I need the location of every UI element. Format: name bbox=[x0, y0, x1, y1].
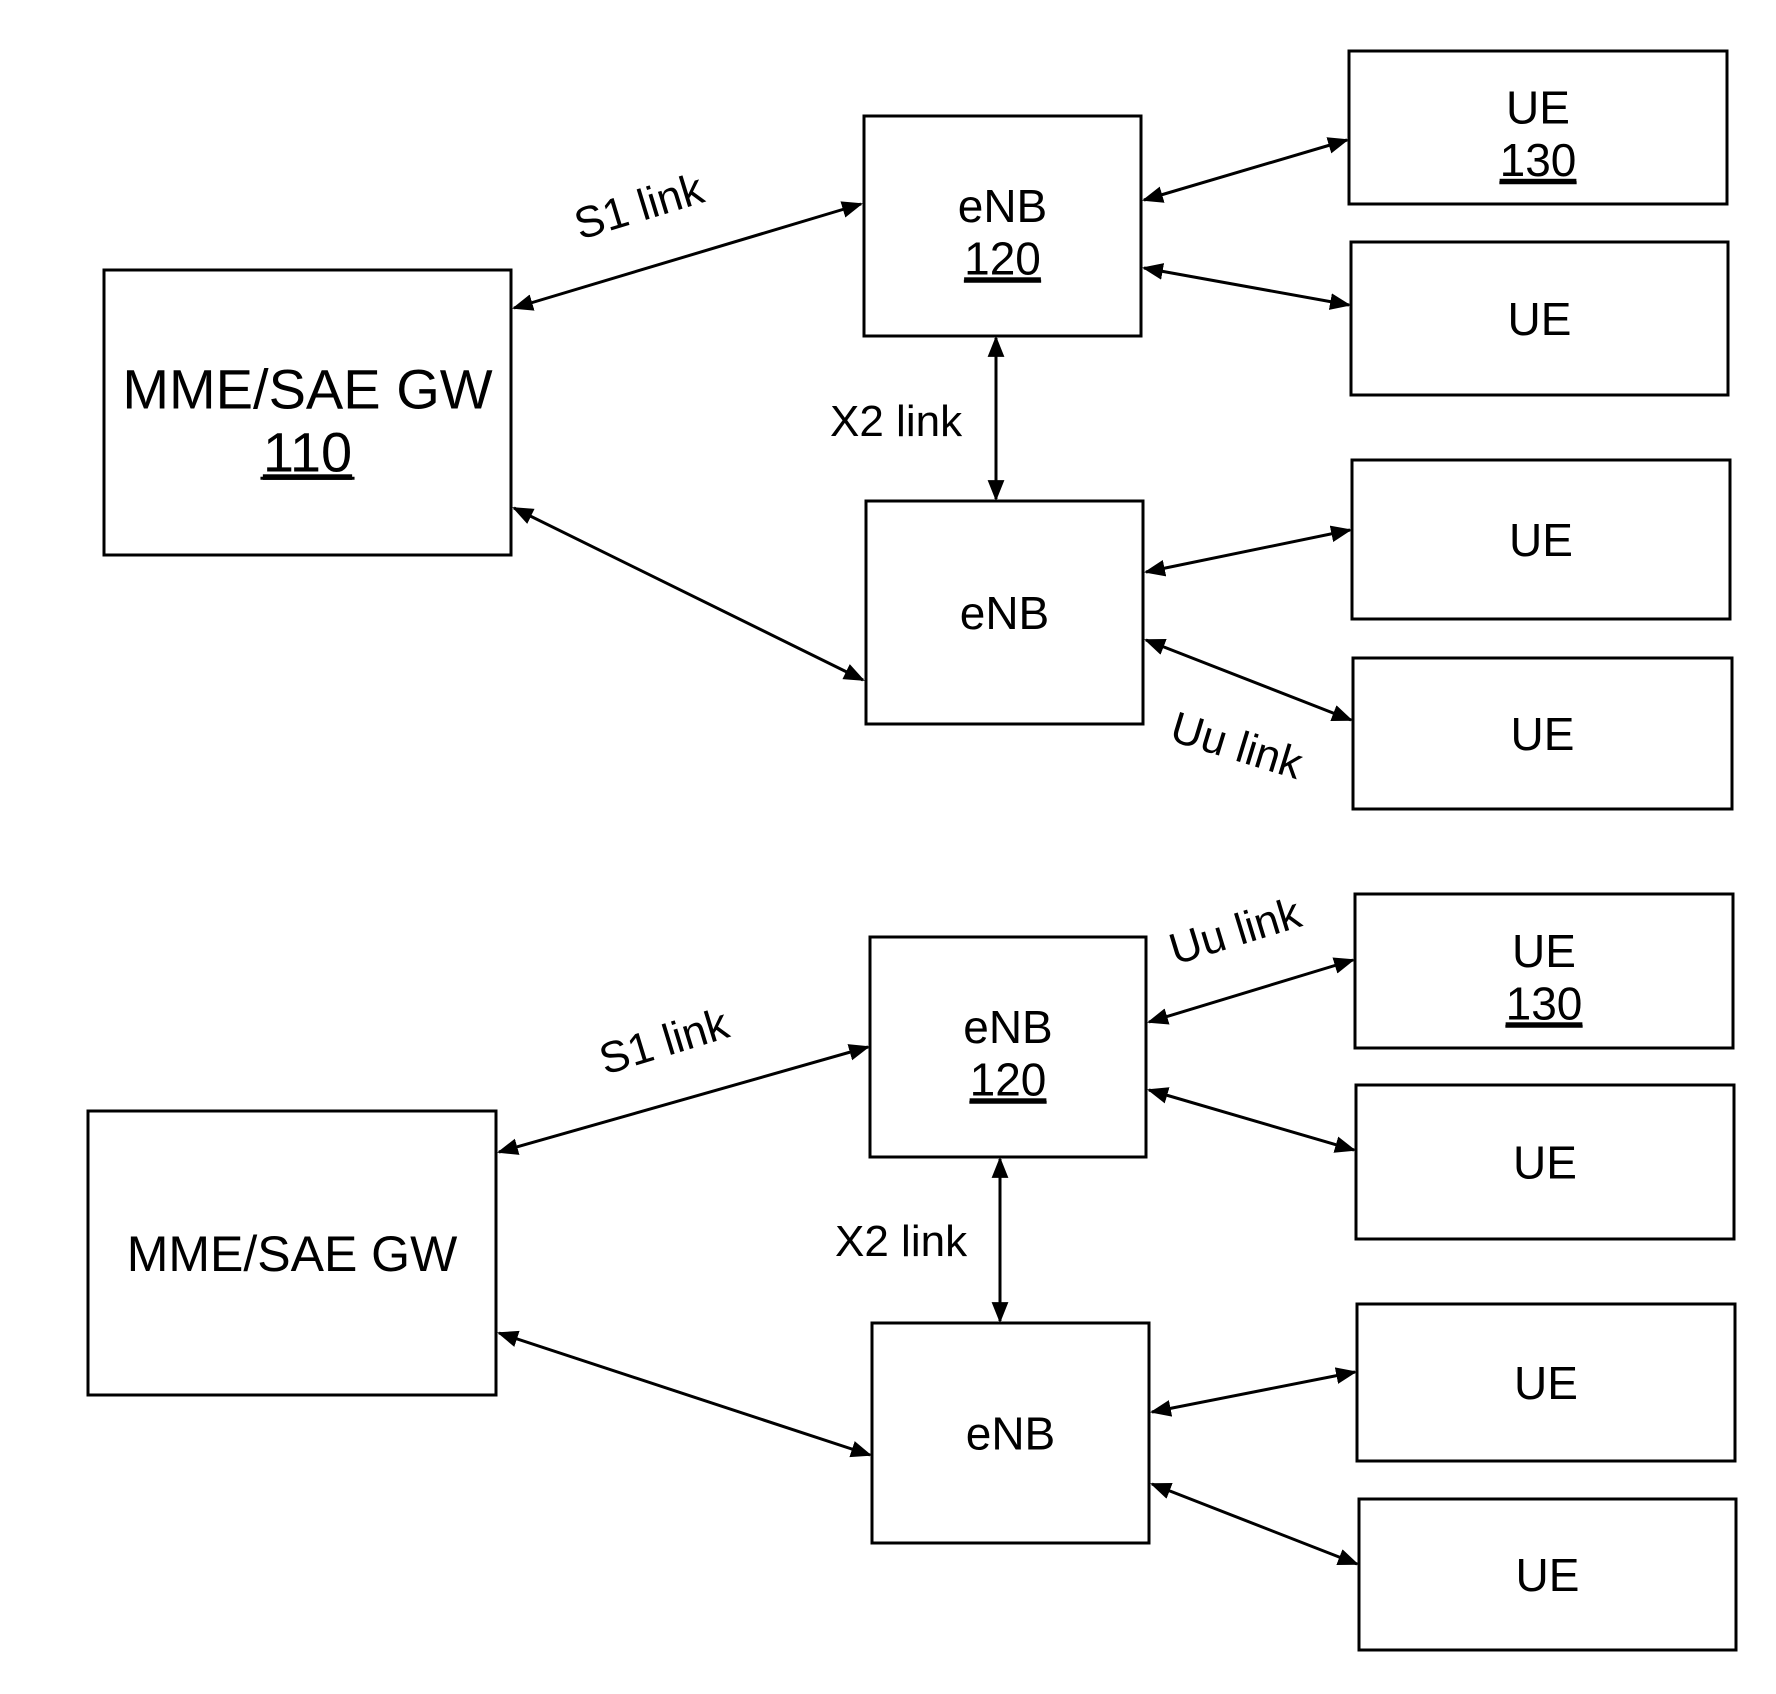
link-mme-enb2 bbox=[512, 506, 865, 682]
node-name: eNB bbox=[966, 1408, 1055, 1460]
node-name: eNB bbox=[960, 587, 1049, 639]
node-enb2: eNB bbox=[864, 499, 1145, 726]
node-reference-number: 110 bbox=[263, 420, 352, 483]
link-label: S1 link bbox=[569, 164, 711, 250]
link-enb1-ue1 bbox=[1141, 137, 1350, 203]
link-mme-enb1 bbox=[511, 201, 864, 311]
link-label: Uu link bbox=[1165, 703, 1309, 789]
node-name: eNB bbox=[958, 180, 1047, 232]
panel-bottom: S1 linkX2 linkUu linkMME/SAE GWeNB120eNB… bbox=[86, 888, 1738, 1652]
link-enb2-ue3 bbox=[1149, 1367, 1358, 1417]
link-enb2-ue4 bbox=[1144, 638, 1353, 722]
link-label: X2 link bbox=[830, 397, 963, 446]
node-name: MME/SAE GW bbox=[127, 1226, 458, 1282]
link-label: Uu link bbox=[1164, 888, 1308, 974]
node-ue4: UE bbox=[1357, 1497, 1738, 1652]
node-ue2: UE bbox=[1349, 240, 1730, 397]
node-enb2: eNB bbox=[870, 1321, 1151, 1545]
node-name: UE bbox=[1513, 1137, 1577, 1189]
link-enb1-ue2 bbox=[1141, 263, 1352, 310]
node-ue3: UE bbox=[1350, 458, 1732, 621]
node-mme: MME/SAE GW bbox=[86, 1109, 498, 1397]
node-name: UE bbox=[1514, 1357, 1578, 1409]
node-ue2: UE bbox=[1354, 1083, 1736, 1241]
link-mme-enb2 bbox=[497, 1330, 872, 1458]
link-enb2-ue3 bbox=[1143, 525, 1353, 577]
node-ue1: UE130 bbox=[1353, 892, 1735, 1050]
node-name: UE bbox=[1511, 708, 1575, 760]
link-mme-enb1 bbox=[496, 1044, 871, 1155]
link-label: X2 link bbox=[835, 1217, 968, 1266]
node-reference-number: 130 bbox=[1500, 134, 1577, 186]
link-enb2-ue4 bbox=[1150, 1482, 1359, 1566]
node-enb1: eNB120 bbox=[868, 935, 1148, 1159]
node-name: UE bbox=[1508, 293, 1572, 345]
node-name: UE bbox=[1516, 1549, 1580, 1601]
node-ue4: UE bbox=[1351, 656, 1734, 811]
node-name: UE bbox=[1506, 82, 1570, 134]
node-name: eNB bbox=[963, 1001, 1052, 1053]
node-ue3: UE bbox=[1355, 1302, 1737, 1463]
link-label: S1 link bbox=[594, 999, 736, 1085]
network-diagram: S1 linkX2 linkUu linkMME/SAE GW110eNB120… bbox=[86, 49, 1738, 1652]
node-reference-number: 120 bbox=[970, 1053, 1047, 1105]
node-name: UE bbox=[1512, 925, 1576, 977]
node-enb1: eNB120 bbox=[862, 114, 1143, 338]
node-name: MME/SAE GW bbox=[122, 358, 492, 421]
node-ue1: UE130 bbox=[1347, 49, 1729, 206]
panel-top: S1 linkX2 linkUu linkMME/SAE GW110eNB120… bbox=[102, 49, 1734, 811]
node-mme: MME/SAE GW110 bbox=[102, 268, 513, 557]
node-reference-number: 120 bbox=[964, 232, 1041, 284]
node-name: UE bbox=[1509, 514, 1573, 566]
link-enb1-ue2 bbox=[1146, 1087, 1357, 1153]
node-reference-number: 130 bbox=[1506, 977, 1583, 1029]
